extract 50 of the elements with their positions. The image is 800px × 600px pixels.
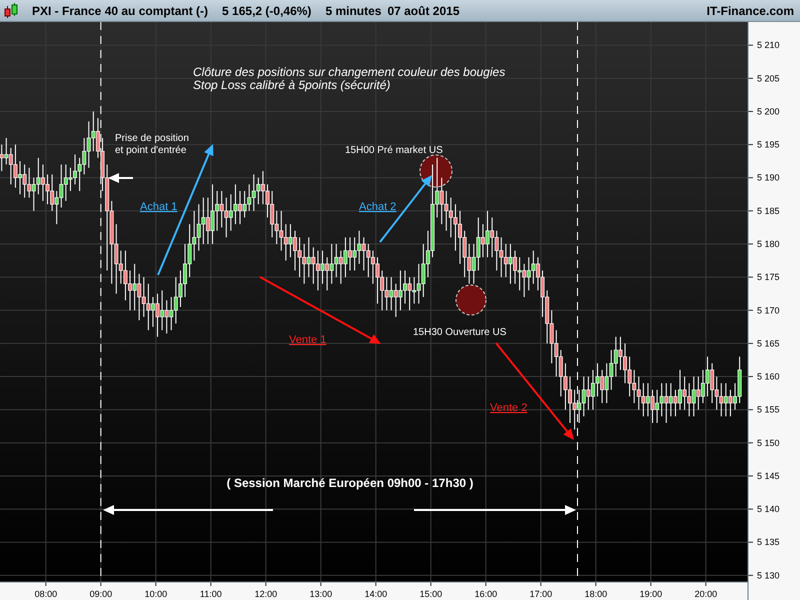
price-tick-label: 5 185 xyxy=(757,206,780,216)
note-text: Clôture des positions sur changement couleur des bougies xyxy=(193,65,506,79)
price-tick-label: 5 165 xyxy=(757,338,780,348)
annotation-text: et point d'entrée xyxy=(115,145,186,156)
price-change: 5 165,2 (-0,46%) xyxy=(222,4,312,18)
price-tick-label: 5 150 xyxy=(757,438,780,448)
time-tick-label: 17:00 xyxy=(530,589,552,599)
buy-label: Achat 2 xyxy=(359,201,396,213)
time-tick-label: 12:00 xyxy=(254,589,278,599)
annotation-text: 15H00 Pré market US xyxy=(345,145,443,156)
price-tick-label: 5 170 xyxy=(757,305,780,316)
time-tick-label: 13:00 xyxy=(310,589,332,599)
site-name: IT-Finance.com xyxy=(706,4,794,18)
annotation-text: 15H30 Ouverture US xyxy=(413,327,506,338)
price-tick-label: 5 145 xyxy=(757,470,780,481)
note-text: Stop Loss calibré à 5points (sécurité) xyxy=(193,78,390,92)
price-tick-label: 5 155 xyxy=(757,404,780,415)
price-tick-label: 5 160 xyxy=(757,372,780,382)
price-tick-label: 5 205 xyxy=(757,73,780,84)
time-tick-label: 15:00 xyxy=(420,589,442,599)
price-tick-label: 5 190 xyxy=(757,172,780,183)
time-tick-label: 19:00 xyxy=(640,589,662,599)
price-tick-label: 5 180 xyxy=(757,239,780,249)
sell-label: Vente 1 xyxy=(289,334,326,346)
time-tick-label: 09:00 xyxy=(90,589,112,599)
time-tick-label: 10:00 xyxy=(144,589,168,599)
time-tick-label: 11:00 xyxy=(200,589,222,599)
price-tick-label: 5 195 xyxy=(757,140,780,150)
price-tick-label: 5 130 xyxy=(757,570,780,580)
price-tick-label: 5 175 xyxy=(757,272,780,282)
time-tick-label: 18:00 xyxy=(584,589,608,599)
time-tick-label: 16:00 xyxy=(474,589,498,599)
price-tick-label: 5 140 xyxy=(757,504,780,514)
time-tick-label: 14:00 xyxy=(364,589,388,599)
price-tick-label: 5 210 xyxy=(757,40,780,50)
candlestick-icon xyxy=(4,2,18,18)
highlight-circle xyxy=(420,154,452,188)
interval-label: 5 minutes xyxy=(325,4,382,18)
price-tick-label: 5 135 xyxy=(757,537,780,548)
highlight-circle xyxy=(456,284,486,316)
time-tick-label: 20:00 xyxy=(694,589,718,599)
time-tick-label: 08:00 xyxy=(34,589,58,599)
price-tick-label: 5 200 xyxy=(757,106,780,116)
session-label: ( Session Marché Européen 09h00 - 17h30 ) xyxy=(226,476,474,490)
pointer-arrow xyxy=(108,173,133,183)
sell-label: Vente 2 xyxy=(490,402,528,414)
annotation-text: Prise de position xyxy=(115,133,189,144)
instrument-name: PXI - France 40 au comptant (-) xyxy=(32,4,208,18)
date-label: 07 août 2015 xyxy=(387,4,460,18)
buy-label: Achat 1 xyxy=(140,201,178,213)
